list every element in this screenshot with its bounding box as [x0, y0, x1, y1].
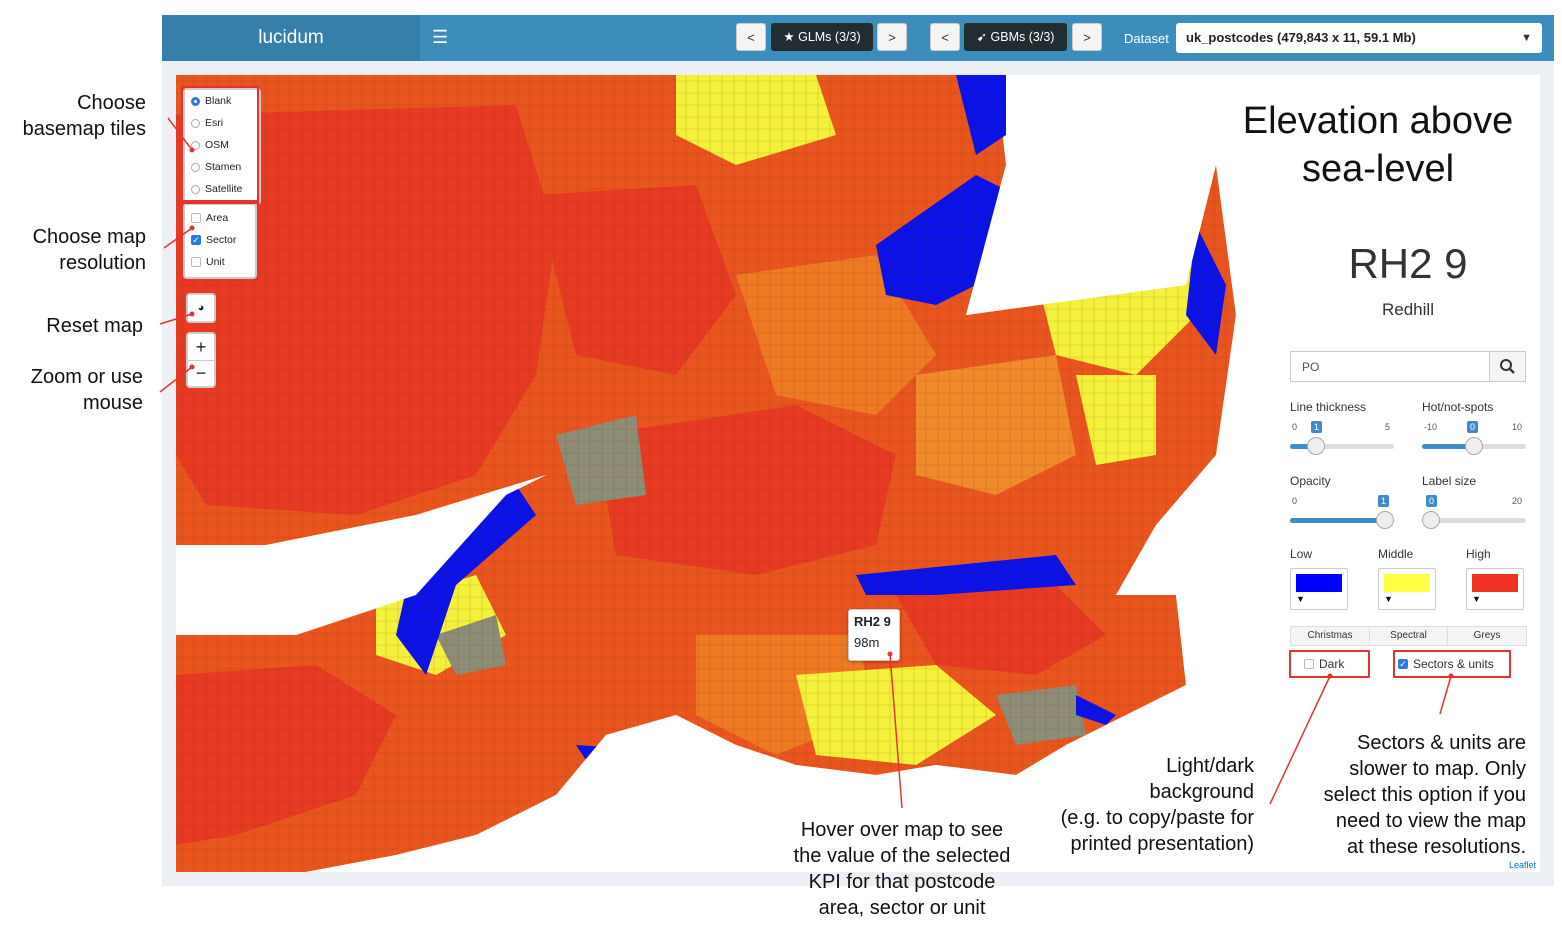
arrow-basemap — [167, 117, 193, 151]
arrow-dot — [189, 225, 195, 231]
arrow-dot — [1448, 673, 1454, 679]
annotation-hover: Hover over map to see the value of the s… — [793, 819, 1011, 919]
arrow-sectors — [1439, 675, 1452, 715]
arrow-dot — [1327, 673, 1333, 679]
annotation-resolution: Choose map resolution — [32, 226, 146, 274]
annotation-sectors: Sectors & units are slower to map. Only … — [1323, 732, 1526, 858]
arrow-zoom — [159, 366, 193, 393]
arrow-resolution — [163, 227, 193, 249]
arrow-dot — [887, 651, 893, 657]
arrow-reset — [159, 313, 193, 325]
arrow-dot — [189, 147, 195, 153]
arrow-dot — [189, 364, 195, 370]
annotation-background: Light/dark background (e.g. to copy/past… — [1060, 755, 1254, 855]
arrow-dot — [189, 311, 195, 317]
annotation-zoom: Zoom or use mouse — [30, 366, 143, 414]
annotation-basemap: Choose basemap tiles — [22, 92, 146, 140]
arrow-hover — [889, 653, 903, 809]
annotation-reset: Reset map — [46, 315, 143, 337]
